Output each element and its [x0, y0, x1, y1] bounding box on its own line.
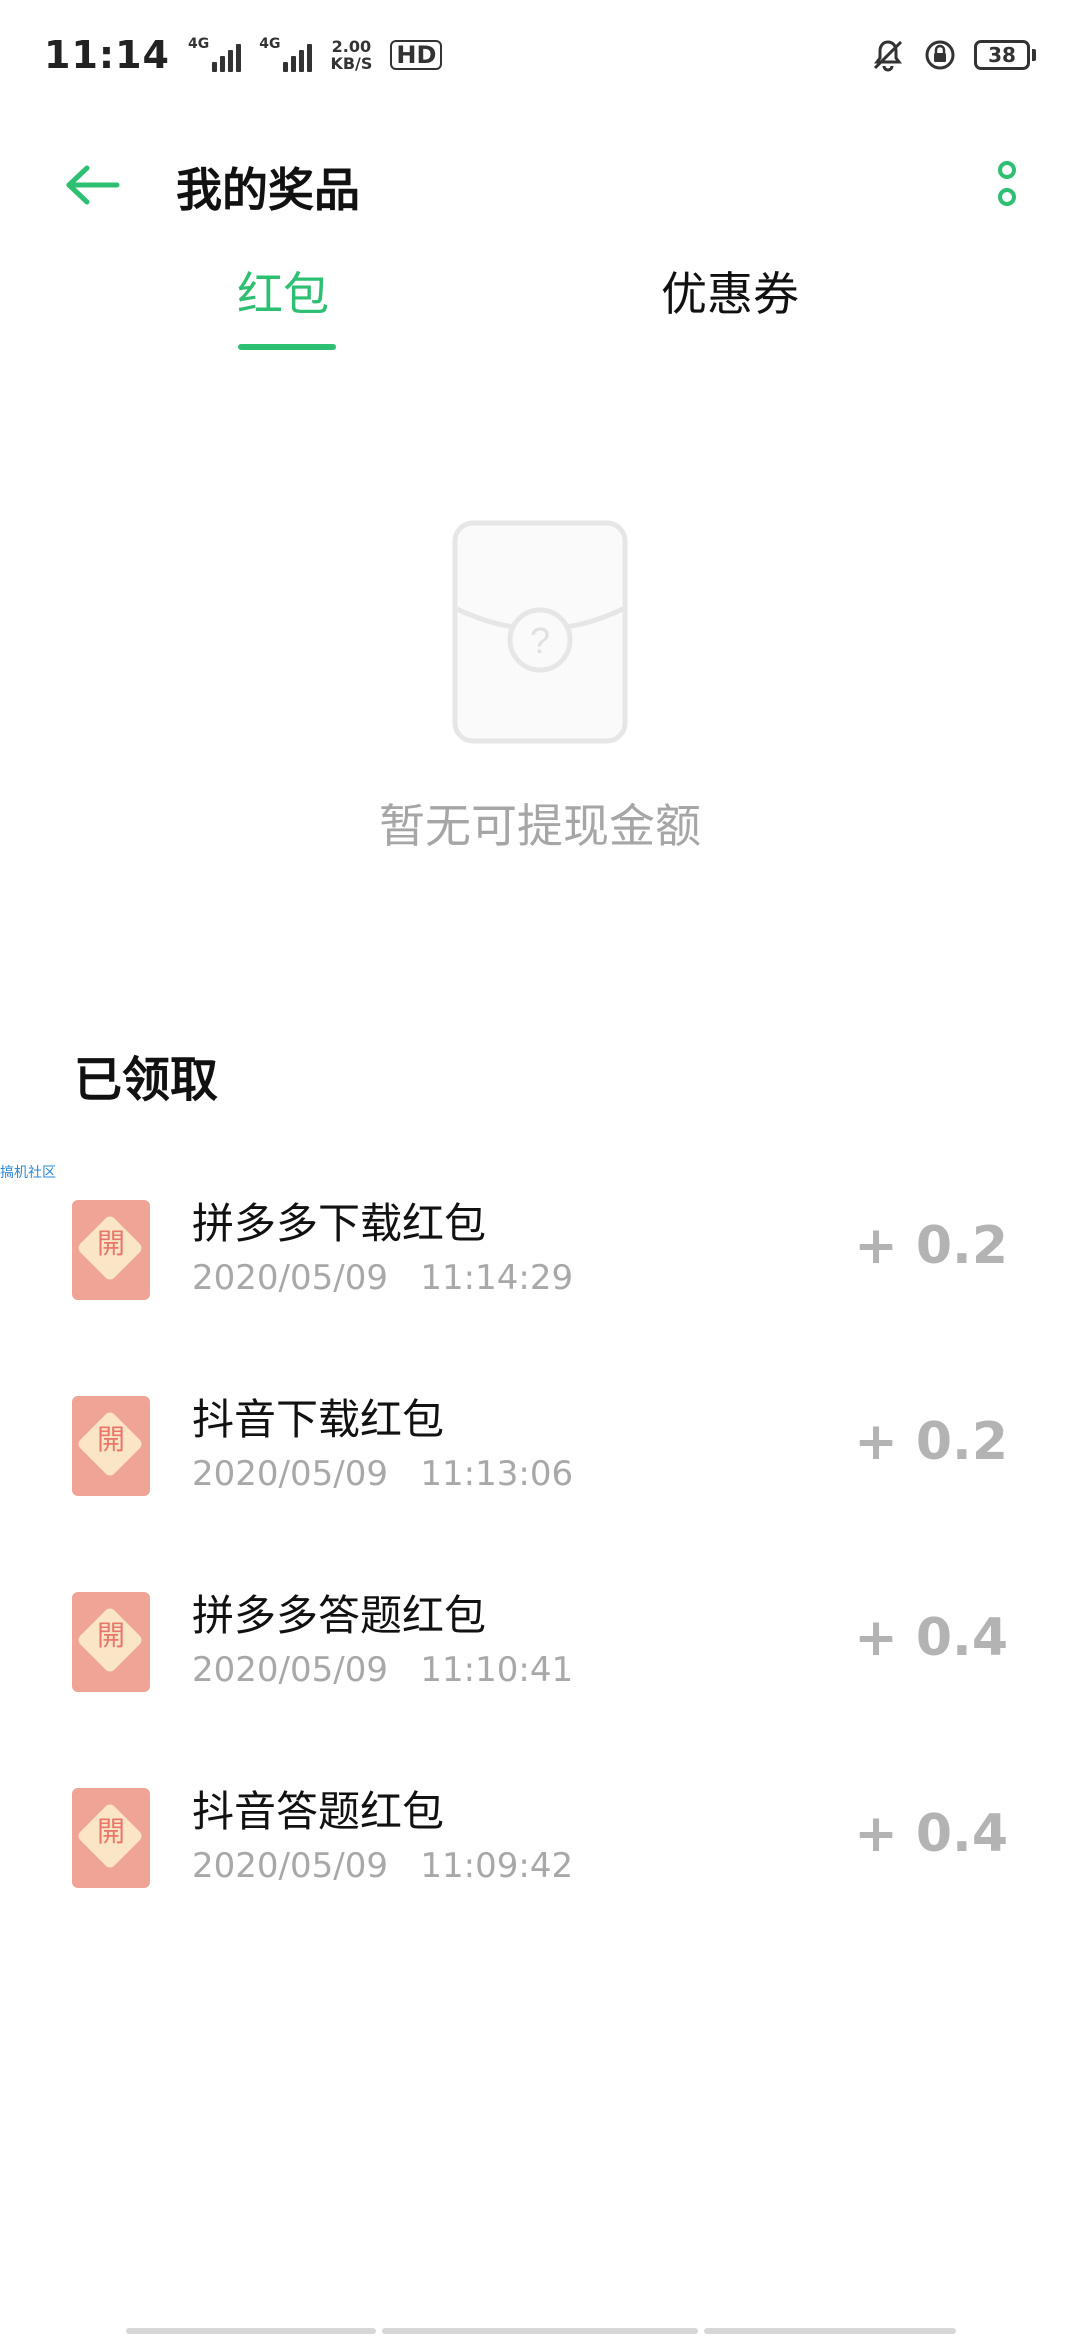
list-item[interactable]: 開 拼多多下载红包 2020/05/09 11:14:29 + 0.2 [0, 1190, 1080, 1386]
empty-message: 暂无可提现金额 [379, 799, 701, 853]
red-packet-icon: 開 [72, 1592, 150, 1692]
tab-coupon[interactable]: 优惠券 [640, 258, 820, 324]
tab-bar: 红包 优惠券 [0, 240, 1080, 350]
reward-title: 抖音答题红包 [192, 1787, 445, 1836]
tab-indicator [238, 344, 336, 350]
watermark: 搞机社区 [0, 1165, 56, 1181]
screen: 11:14 4G 4G 2.00 KB/S HD 38 我的奖品 红包 优惠券 … [0, 0, 1080, 2340]
net-speed: 2.00 KB/S [330, 37, 373, 73]
red-packet-icon: 開 [72, 1200, 150, 1300]
reward-amount: + 0.4 [854, 1608, 1008, 1668]
back-button[interactable] [60, 152, 126, 218]
reward-amount: + 0.4 [854, 1804, 1008, 1864]
gesture-bar [126, 2328, 956, 2334]
tab-red-packet[interactable]: 红包 [228, 258, 338, 324]
bell-muted-icon [870, 37, 906, 73]
reward-time: 2020/05/09 11:10:41 [192, 1650, 574, 1690]
reward-amount: + 0.2 [854, 1412, 1008, 1472]
more-button[interactable] [974, 150, 1040, 220]
reward-title: 抖音下载红包 [192, 1395, 445, 1444]
red-packet-icon: 開 [72, 1788, 150, 1888]
arrow-left-icon [66, 165, 120, 205]
empty-state: ? 暂无可提现金额 [0, 520, 1080, 880]
reward-title: 拼多多下载红包 [192, 1199, 487, 1248]
svg-text:?: ? [530, 620, 550, 661]
more-vertical-icon [998, 161, 1016, 206]
reward-time: 2020/05/09 11:09:42 [192, 1846, 574, 1886]
signal-icon: 4G [259, 36, 313, 72]
battery-level: 38 [974, 40, 1030, 70]
section-title: 已领取 [74, 1052, 219, 1108]
reward-amount: + 0.2 [854, 1216, 1008, 1276]
rotation-lock-icon [922, 37, 958, 73]
status-bar: 11:14 4G 4G 2.00 KB/S HD 38 [0, 0, 1080, 110]
status-time: 11:14 [44, 33, 170, 77]
reward-list: 開 拼多多下载红包 2020/05/09 11:14:29 + 0.2 開 抖音… [0, 1190, 1080, 1974]
list-item[interactable]: 開 抖音答题红包 2020/05/09 11:09:42 + 0.4 [0, 1778, 1080, 1974]
battery-icon: 38 [974, 40, 1036, 70]
page-title: 我的奖品 [176, 163, 360, 217]
signal-label: 4G [259, 36, 281, 52]
reward-title: 拼多多答题红包 [192, 1591, 487, 1640]
reward-time: 2020/05/09 11:14:29 [192, 1258, 574, 1298]
reward-time: 2020/05/09 11:13:06 [192, 1454, 574, 1494]
red-packet-icon: 開 [72, 1396, 150, 1496]
app-header: 我的奖品 [0, 110, 1080, 260]
list-item[interactable]: 開 抖音下载红包 2020/05/09 11:13:06 + 0.2 [0, 1386, 1080, 1582]
signal-label: 4G [187, 36, 210, 52]
signal-icon: 4G [187, 36, 242, 72]
status-left: 11:14 4G 4G 2.00 KB/S HD [44, 33, 443, 77]
status-right: 38 [870, 37, 1036, 73]
empty-envelope-icon: ? [452, 520, 628, 744]
list-item[interactable]: 開 拼多多答题红包 2020/05/09 11:10:41 + 0.4 [0, 1582, 1080, 1778]
hd-icon: HD [390, 40, 443, 70]
